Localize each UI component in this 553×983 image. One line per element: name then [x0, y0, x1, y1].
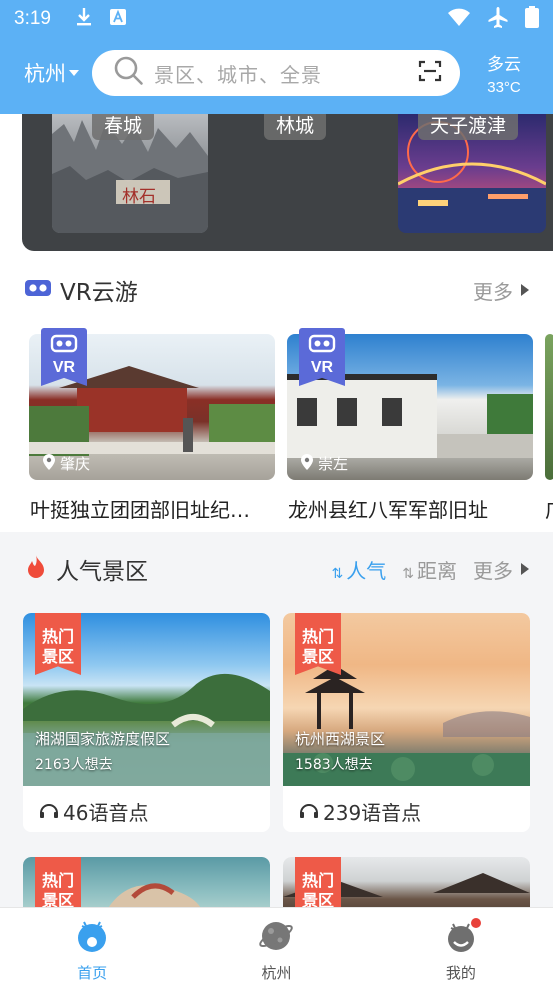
status-time: 3:19 [14, 8, 51, 29]
popular-more-label: 更多 [473, 558, 513, 583]
deer-profile-icon [443, 918, 481, 958]
vr-tour-section: VR云游 更多 肇庆 VR 叶挺独立团团部旧址纪… 崇左 VR 龙州县红八军军部… [0, 264, 553, 532]
city-label: 杭州 [24, 62, 66, 86]
vr-card-location: 肇庆 [43, 453, 90, 474]
vr-badge: VR [299, 328, 345, 386]
nav-home[interactable]: 首页 [0, 908, 184, 983]
location-pin-icon [301, 453, 313, 474]
scenic-want-count: 2163人想去 [35, 757, 113, 773]
vr-card-name[interactable]: 龙州县红八军军部旧址 [288, 494, 528, 523]
caret-down-icon [69, 70, 79, 76]
hot-scenic-badge: 热门 景区 [35, 613, 81, 675]
vr-card-partial[interactable] [545, 334, 553, 480]
vr-more-link[interactable]: 更多 [473, 276, 529, 305]
vr-card-location-label: 肇庆 [60, 455, 91, 473]
search-placeholder: 景区、城市、全景 [154, 62, 322, 87]
status-bar: 3:19 [0, 0, 553, 38]
download-icon [75, 7, 93, 31]
weather-condition: 多云 [487, 55, 521, 75]
header: 杭州 景区、城市、全景 多云 33°C [0, 38, 553, 114]
hot-scenic-badge: 热门 景区 [295, 613, 341, 675]
audio-points: 46语音点 [39, 797, 148, 826]
stone-inscription: 林石 [122, 187, 156, 207]
arrow-right-icon [521, 284, 529, 296]
nav-city[interactable]: 杭州 [184, 908, 368, 983]
vr-more-label: 更多 [473, 279, 513, 304]
scenic-name: 湘湖国家旅游度假区 [35, 730, 171, 748]
nav-profile-label: 我的 [445, 964, 476, 982]
vr-badge-label: VR [310, 359, 334, 376]
nav-city-label: 杭州 [261, 964, 292, 982]
audio-points-label: 46语音点 [63, 801, 149, 825]
sort-by-popularity[interactable]: ⇅ 人气 [332, 555, 387, 584]
popular-more-link[interactable]: 更多 [473, 555, 529, 584]
vr-card-name[interactable]: 叶挺独立团团部旧址纪… [30, 494, 270, 523]
nav-home-label: 首页 [77, 964, 108, 982]
vr-goggles-icon [24, 277, 52, 303]
scenic-want-count: 1583人想去 [295, 757, 373, 773]
weather-widget[interactable]: 多云 33°C [469, 50, 539, 96]
vr-badge: VR [41, 328, 87, 386]
sort-options: ⇅ 人气 ⇅ 距离 [332, 555, 457, 584]
sort-arrows-icon: ⇅ [331, 565, 344, 582]
sort-by-distance[interactable]: ⇅ 距离 [402, 555, 457, 584]
search-bar[interactable]: 景区、城市、全景 [92, 50, 460, 96]
vr-section-header: VR云游 更多 [24, 270, 529, 310]
vr-card-location-label: 崇左 [318, 455, 349, 473]
arrow-right-icon [521, 563, 529, 575]
city-banner-carousel[interactable]: 林石 春城 林城 天子渡津 [22, 114, 553, 251]
nav-profile[interactable]: 我的 [369, 908, 553, 983]
headphones-icon [39, 800, 59, 824]
banner-label-lincheng: 林城 [264, 114, 327, 140]
scenic-name: 杭州西湖景区 [295, 730, 386, 748]
flame-icon [24, 554, 48, 584]
sort-distance-label: 距离 [417, 558, 457, 583]
sort-arrows-icon: ⇅ [402, 565, 414, 582]
sort-popularity-label: 人气 [346, 558, 387, 583]
location-pin-icon [43, 453, 55, 474]
vr-badge-label: VR [52, 359, 76, 376]
weather-temperature: 33°C [487, 79, 521, 96]
app-notification-icon [109, 8, 127, 30]
wifi-icon [447, 7, 471, 31]
vr-section-title: VR云游 [60, 280, 138, 306]
banner-label-tianzidujin: 天子渡津 [418, 114, 519, 140]
notification-dot [470, 918, 481, 928]
headphones-icon [299, 800, 319, 824]
planet-icon [258, 918, 294, 958]
top-bar: 3:19 杭州 景区、城市、全景 多云 33°C [0, 0, 553, 114]
vr-card-name-partial: 广 [545, 494, 553, 523]
audio-points: 239语音点 [299, 797, 421, 826]
banner-label-chuncheng: 春城 [92, 114, 155, 140]
airplane-mode-icon [487, 6, 509, 32]
city-selector[interactable]: 杭州 [24, 58, 84, 88]
search-icon [114, 56, 144, 90]
scan-icon[interactable] [418, 59, 442, 87]
audio-points-label: 239语音点 [323, 801, 422, 825]
deer-home-icon [74, 918, 110, 958]
popular-section-title: 人气景区 [56, 559, 148, 585]
popular-section-header: 人气景区 ⇅ 人气 ⇅ 距离 更多 [24, 549, 529, 589]
city-banner-section: 林石 春城 林城 天子渡津 [0, 114, 553, 264]
vr-card-location: 崇左 [301, 453, 348, 474]
bottom-navigation: 首页 杭州 我的 [0, 907, 553, 983]
battery-icon [525, 6, 539, 32]
